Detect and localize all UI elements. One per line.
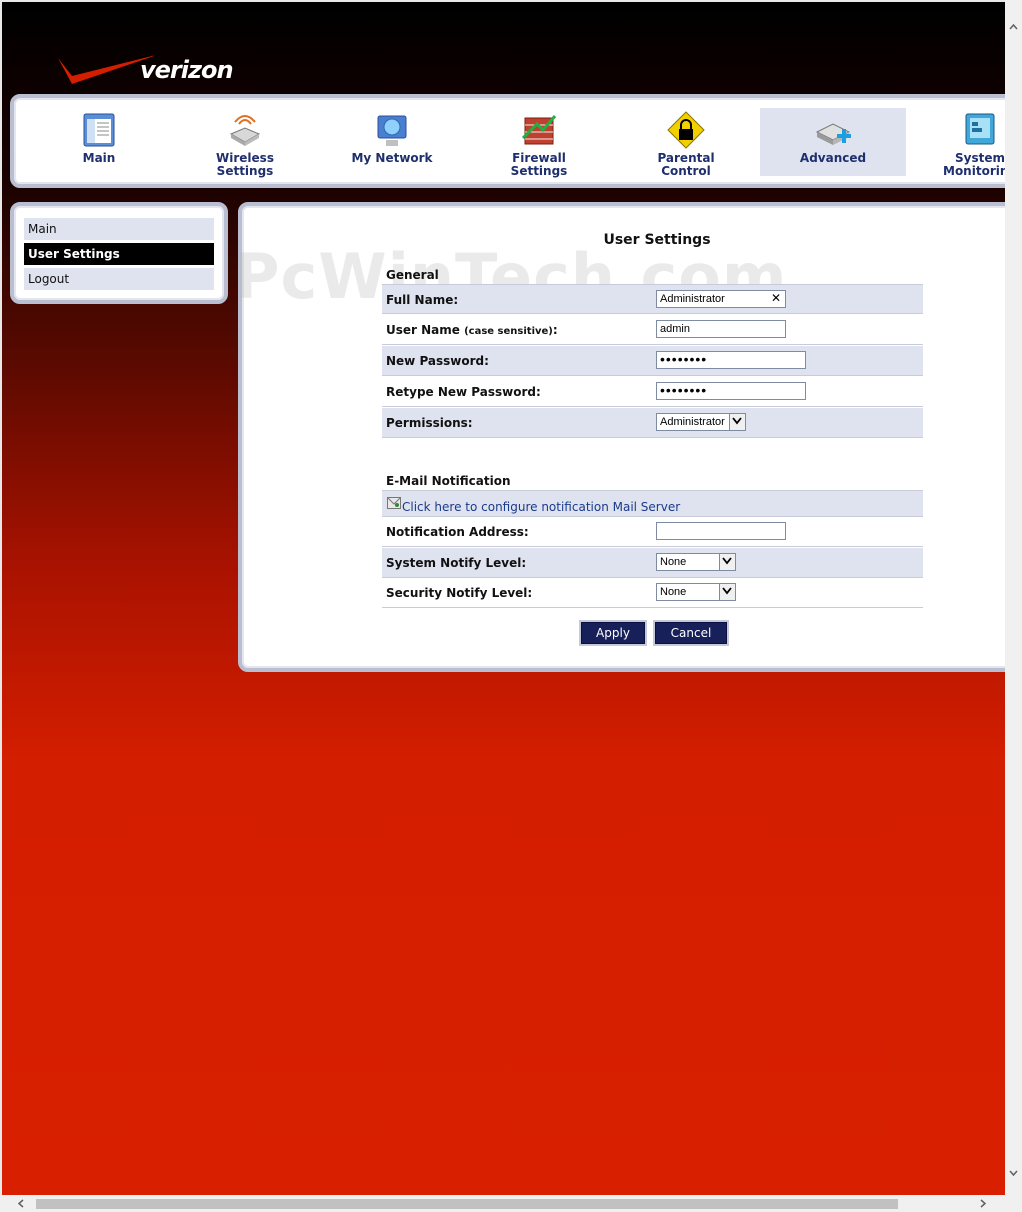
scroll-down-icon[interactable] <box>1009 1170 1018 1176</box>
nav-firewall-settings-label: Firewall Settings <box>510 151 568 178</box>
retype-password-row: Retype New Password: •••••••• <box>382 377 923 407</box>
verizon-logo: verizon <box>54 48 244 92</box>
window-border-top <box>0 0 1022 2</box>
content-panel: PcWinTech.com User Settings General Full… <box>234 202 1005 672</box>
scroll-up-icon[interactable] <box>1009 24 1018 30</box>
user-name-label: User Name (case sensitive): <box>386 323 558 337</box>
vertical-scrollbar[interactable] <box>1005 0 1022 1195</box>
user-name-label-text: User Name <box>386 323 460 337</box>
verizon-check-icon <box>58 55 154 84</box>
scroll-left-icon[interactable] <box>18 1199 24 1208</box>
cancel-button[interactable]: Cancel <box>655 622 727 644</box>
nav-wireless-settings-label: Wireless Settings <box>216 151 274 178</box>
top-navigation: Main Wireless Settings My Network Firewa… <box>10 94 1005 188</box>
mail-server-link[interactable]: Click here to configure notification Mai… <box>402 500 680 514</box>
new-password-value: •••••••• <box>660 351 708 367</box>
system-notify-label: System Notify Level: <box>386 556 527 570</box>
side-item-main[interactable]: Main <box>24 218 214 240</box>
nav-main-label: Main <box>82 151 116 165</box>
page-background: verizon Main Wireless Settings My Networ… <box>2 2 1005 1195</box>
horizontal-scroll-thumb[interactable] <box>36 1199 898 1209</box>
full-name-value: Administrator <box>660 293 725 305</box>
full-name-row: Full Name: Administrator ✕ <box>382 284 923 314</box>
padlock-icon <box>667 111 705 149</box>
chevron-down-icon <box>719 554 735 570</box>
side-menu: Main User Settings Logout <box>10 202 228 304</box>
permissions-row: Permissions: Administrator <box>382 408 923 438</box>
nav-my-network-label: My Network <box>351 151 433 165</box>
nav-main[interactable]: Main <box>26 108 172 176</box>
nav-advanced[interactable]: Advanced <box>760 108 906 176</box>
chevron-down-icon <box>729 414 745 430</box>
chevron-down-icon <box>719 584 735 600</box>
system-notify-value: None <box>660 556 687 568</box>
system-notify-select[interactable]: None <box>656 553 736 571</box>
notification-address-input[interactable] <box>656 522 786 540</box>
new-password-label: New Password: <box>386 354 489 368</box>
full-name-label: Full Name: <box>386 293 459 307</box>
permissions-label: Permissions: <box>386 416 473 430</box>
nav-advanced-label: Advanced <box>799 151 867 165</box>
scroll-right-icon[interactable] <box>980 1199 986 1208</box>
mail-server-row: Click here to configure notification Mai… <box>382 490 923 517</box>
retype-password-input[interactable]: •••••••• <box>656 382 806 400</box>
nav-wireless-settings[interactable]: Wireless Settings <box>172 108 318 178</box>
advanced-router-icon <box>815 123 851 145</box>
system-notify-row: System Notify Level: None <box>382 548 923 578</box>
window-border-left <box>0 0 2 1212</box>
network-computer-icon <box>377 115 407 146</box>
nav-parental-control[interactable]: Parental Control <box>613 108 759 178</box>
nav-parental-control-label: Parental Control <box>657 151 715 178</box>
retype-password-value: •••••••• <box>660 382 708 398</box>
permissions-select[interactable]: Administrator <box>656 413 746 431</box>
main-window-icon <box>83 113 115 147</box>
nav-my-network[interactable]: My Network <box>319 108 465 176</box>
user-name-row: User Name (case sensitive): admin <box>382 315 923 345</box>
email-notification-heading: E-Mail Notification <box>386 474 511 488</box>
side-item-user-settings[interactable]: User Settings <box>24 243 214 265</box>
apply-button[interactable]: Apply <box>581 622 645 644</box>
case-sensitive-note: (case sensitive) <box>464 326 553 337</box>
security-notify-row: Security Notify Level: None <box>382 578 923 608</box>
side-item-logout[interactable]: Logout <box>24 268 214 290</box>
mail-server-icon <box>387 497 401 509</box>
user-name-value: admin <box>660 323 690 335</box>
new-password-input[interactable]: •••••••• <box>656 351 806 369</box>
firewall-icon <box>521 115 557 145</box>
new-password-row: New Password: •••••••• <box>382 346 923 376</box>
nav-firewall-settings[interactable]: Firewall Settings <box>466 108 612 178</box>
wireless-router-icon <box>229 115 261 146</box>
security-notify-label: Security Notify Level: <box>386 586 533 600</box>
monitor-icon <box>965 113 995 145</box>
nav-system-monitoring[interactable]: System Monitoring <box>907 108 1005 178</box>
security-notify-select[interactable]: None <box>656 583 736 601</box>
permissions-value: Administrator <box>660 416 725 428</box>
logo-text: verizon <box>140 56 234 84</box>
security-notify-value: None <box>660 586 687 598</box>
retype-password-label: Retype New Password: <box>386 385 541 399</box>
clear-icon[interactable]: ✕ <box>771 291 781 305</box>
notification-address-label: Notification Address: <box>386 525 529 539</box>
page-title: User Settings <box>603 232 711 248</box>
nav-system-monitoring-label: System Monitoring <box>943 151 1005 178</box>
user-name-input[interactable]: admin <box>656 320 786 338</box>
general-heading: General <box>386 268 439 282</box>
notification-address-row: Notification Address: <box>382 517 923 547</box>
user-name-colon: : <box>552 323 558 337</box>
full-name-input[interactable]: Administrator ✕ <box>656 290 786 308</box>
